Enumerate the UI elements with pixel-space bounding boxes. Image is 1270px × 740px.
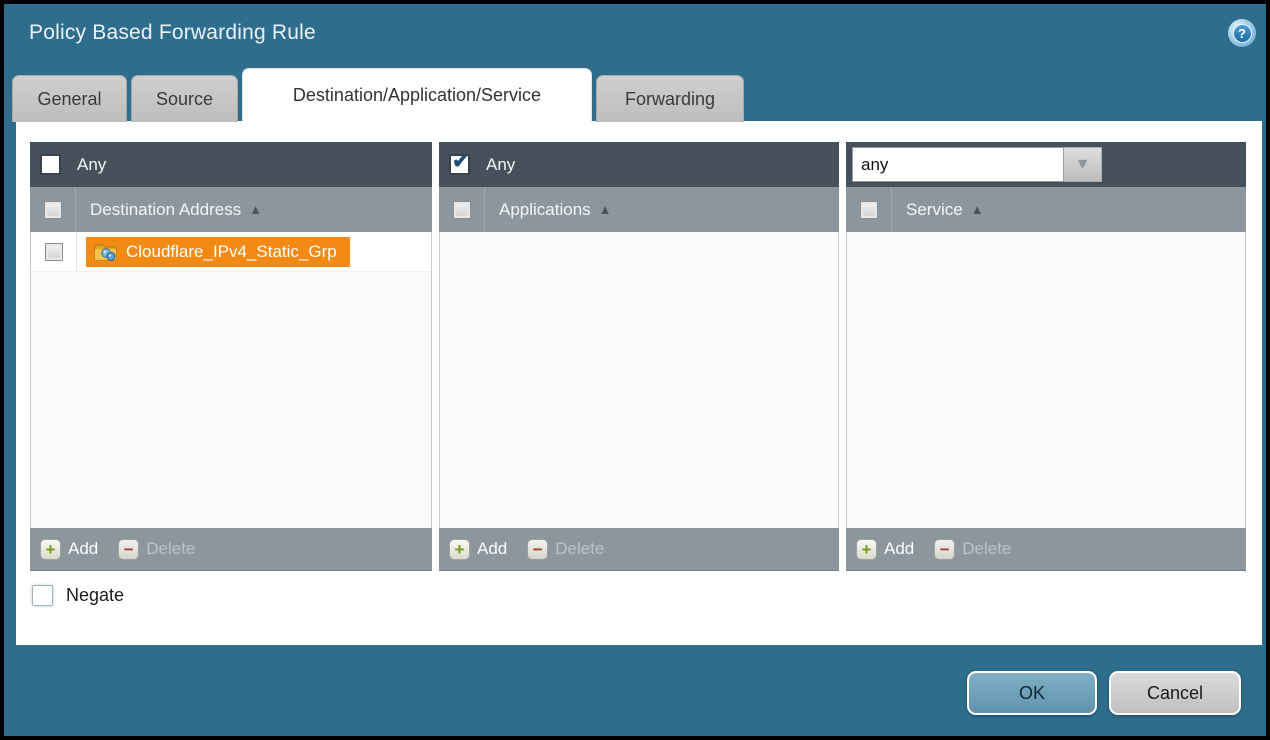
- destination-footer: + Add − Delete: [30, 528, 432, 571]
- checkbox-checked-icon: ✔: [452, 149, 470, 174]
- destination-address-header-label: Destination Address: [90, 200, 241, 220]
- applications-footer: + Add − Delete: [439, 528, 839, 571]
- selected-address-object[interactable]: Cloudflare_IPv4_Static_Grp: [86, 237, 350, 267]
- tab-bar: General Source Destination/Application/S…: [12, 68, 744, 122]
- dialog-title: Policy Based Forwarding Rule: [29, 21, 316, 45]
- destination-any-bar: Any: [30, 142, 432, 187]
- destination-address-row[interactable]: Cloudflare_IPv4_Static_Grp: [31, 232, 431, 272]
- applications-any-checkbox[interactable]: ✔: [449, 154, 470, 175]
- applications-header[interactable]: Applications ▲: [439, 187, 839, 232]
- service-dropdown-bar: ▼: [846, 142, 1246, 187]
- service-combobox: ▼: [852, 147, 1102, 182]
- ok-button[interactable]: OK: [967, 671, 1097, 715]
- add-label: Add: [884, 539, 914, 559]
- destination-address-list: Cloudflare_IPv4_Static_Grp: [30, 232, 432, 528]
- applications-delete-button[interactable]: − Delete: [527, 539, 604, 560]
- service-header-checkbox-cell: [846, 187, 892, 232]
- destination-delete-button[interactable]: − Delete: [118, 539, 195, 560]
- service-dropdown-input[interactable]: [852, 147, 1064, 182]
- service-header-checkbox[interactable]: [860, 201, 878, 219]
- service-list: [846, 232, 1246, 528]
- row-checkbox[interactable]: [45, 243, 63, 261]
- tab-content-panel: Any Destination Address ▲: [16, 121, 1262, 645]
- applications-any-bar: ✔ Any: [439, 142, 839, 187]
- help-icon[interactable]: ?: [1228, 19, 1256, 47]
- delete-label: Delete: [146, 539, 195, 559]
- add-label: Add: [477, 539, 507, 559]
- applications-header-label: Applications: [499, 200, 591, 220]
- sort-asc-icon: ▲: [249, 202, 262, 217]
- add-label: Add: [68, 539, 98, 559]
- add-icon: +: [40, 539, 61, 560]
- delete-icon: −: [527, 539, 548, 560]
- address-group-icon: [94, 242, 117, 261]
- service-dropdown-button[interactable]: ▼: [1064, 147, 1102, 182]
- applications-column: ✔ Any Applications ▲ + Add: [439, 142, 839, 571]
- applications-any-label: Any: [486, 155, 515, 175]
- destination-any-checkbox[interactable]: [40, 154, 61, 175]
- service-header-label: Service: [906, 200, 963, 220]
- sort-asc-icon: ▲: [971, 202, 984, 217]
- applications-add-button[interactable]: + Add: [449, 539, 507, 560]
- delete-label: Delete: [555, 539, 604, 559]
- applications-header-checkbox[interactable]: [453, 201, 471, 219]
- delete-icon: −: [934, 539, 955, 560]
- service-delete-button[interactable]: − Delete: [934, 539, 1011, 560]
- chevron-down-icon: ▼: [1075, 156, 1091, 174]
- service-header[interactable]: Service ▲: [846, 187, 1246, 232]
- tab-general[interactable]: General: [12, 75, 127, 122]
- negate-row: Negate: [32, 585, 124, 606]
- cancel-button[interactable]: Cancel: [1109, 671, 1241, 715]
- add-icon: +: [449, 539, 470, 560]
- negate-label: Negate: [66, 585, 124, 606]
- row-checkbox-cell: [31, 232, 77, 271]
- delete-label: Delete: [962, 539, 1011, 559]
- destination-header-checkbox[interactable]: [44, 201, 62, 219]
- tab-destination-application-service[interactable]: Destination/Application/Service: [242, 68, 592, 122]
- service-column: ▼ Service ▲ + Add: [846, 142, 1246, 571]
- delete-icon: −: [118, 539, 139, 560]
- destination-header-checkbox-cell: [30, 187, 76, 232]
- selected-address-name: Cloudflare_IPv4_Static_Grp: [126, 242, 337, 262]
- sort-asc-icon: ▲: [599, 202, 612, 217]
- columns-container: Any Destination Address ▲: [30, 142, 1246, 571]
- applications-list: [439, 232, 839, 528]
- add-icon: +: [856, 539, 877, 560]
- service-footer: + Add − Delete: [846, 528, 1246, 571]
- help-question-glyph: ?: [1233, 24, 1252, 43]
- destination-add-button[interactable]: + Add: [40, 539, 98, 560]
- destination-any-label: Any: [77, 155, 106, 175]
- negate-checkbox[interactable]: [32, 585, 53, 606]
- destination-column: Any Destination Address ▲: [30, 142, 432, 571]
- service-add-button[interactable]: + Add: [856, 539, 914, 560]
- applications-header-checkbox-cell: [439, 187, 485, 232]
- tab-source[interactable]: Source: [131, 75, 238, 122]
- destination-address-header[interactable]: Destination Address ▲: [30, 187, 432, 232]
- tab-forwarding[interactable]: Forwarding: [596, 75, 744, 122]
- dialog-window: Policy Based Forwarding Rule ? General S…: [0, 0, 1270, 740]
